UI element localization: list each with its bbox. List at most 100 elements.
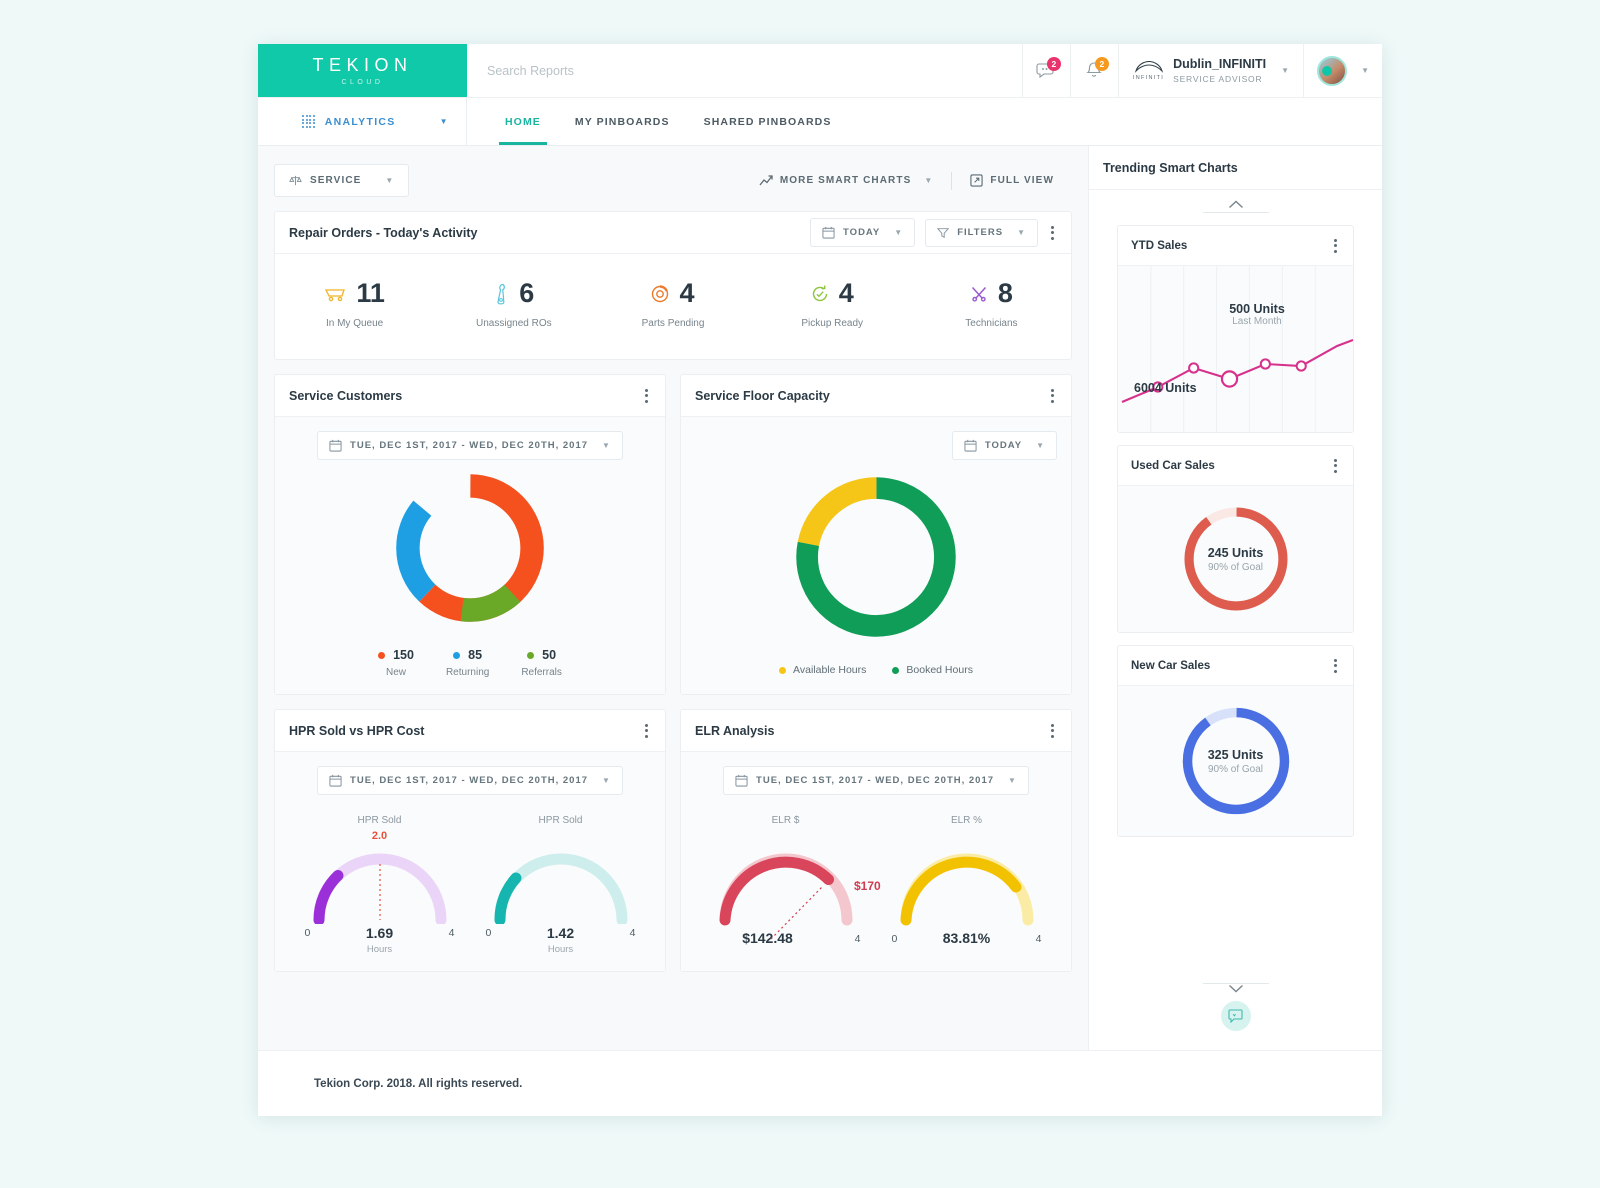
service-filter-label: SERVICE	[310, 175, 362, 186]
new-car-sales-menu-button[interactable]	[1331, 655, 1340, 677]
kpi-value: 4	[679, 278, 695, 308]
tools-icon	[971, 286, 986, 302]
filter-icon	[937, 227, 950, 238]
module-selector-analytics[interactable]: ANALYTICS ▼	[258, 98, 467, 145]
repair-orders-menu-button[interactable]	[1048, 222, 1057, 244]
elr-date-range[interactable]: TUE, DEC 1ST, 2017 - WED, DEC 20TH, 2017…	[723, 766, 1029, 795]
used-car-sales-body: 245 Units 90% of Goal	[1118, 486, 1353, 632]
chat-support-button[interactable]	[1220, 1001, 1251, 1031]
legend-dot-referrals	[527, 651, 535, 659]
tab-shared-pinboards[interactable]: SHARED PINBOARDS	[688, 98, 848, 145]
service-floor-capacity-today-selector[interactable]: TODAY ▼	[951, 431, 1057, 460]
gauge-caption: ELR $	[771, 815, 800, 826]
elr-menu-button[interactable]	[1048, 720, 1057, 742]
ytd-sales-body: 500 Units Last Month 6004 Units	[1118, 266, 1353, 432]
service-filter-button[interactable]: SERVICE ▼	[274, 164, 410, 197]
ytd-annotation-main: 500 Units	[1229, 302, 1285, 316]
ytd-sales-header: YTD Sales	[1118, 226, 1353, 266]
user-menu[interactable]: ▼	[1304, 44, 1382, 97]
hpr-date-range[interactable]: TUE, DEC 1ST, 2017 - WED, DEC 20TH, 2017…	[317, 766, 623, 795]
divider	[1202, 212, 1269, 213]
ytd-sales-menu-button[interactable]	[1331, 235, 1340, 257]
ytd-sales-line-chart	[1121, 266, 1353, 432]
legend-value: 50	[542, 648, 557, 662]
wrench-icon	[497, 283, 506, 304]
legend-item: 150 New	[378, 648, 414, 678]
gauge-caption: ELR %	[950, 815, 983, 826]
scroll-down-button[interactable]	[1202, 980, 1269, 993]
search-bar[interactable]	[467, 44, 1023, 97]
legend-dot-available-hours	[779, 666, 787, 674]
trending-smart-charts-sidebar: Trending Smart Charts YTD Sales 500 Unit…	[1088, 146, 1382, 1050]
dealer-selector[interactable]: INFINITI Dublin_INFINITI SERVICE ADVISOR…	[1119, 44, 1305, 97]
tab-my-pinboards[interactable]: MY PINBOARDS	[559, 98, 686, 145]
infiniti-wordmark: INFINITI	[1132, 74, 1165, 81]
legend-item: Available Hours	[779, 664, 866, 676]
check-refresh-icon	[812, 285, 827, 301]
kpi-value: 6	[519, 278, 535, 308]
service-customers-menu-button[interactable]	[642, 385, 651, 407]
legend-label: Referrals	[521, 667, 562, 678]
elr-body: TUE, DEC 1ST, 2017 - WED, DEC 20TH, 2017…	[681, 752, 1071, 971]
messages-badge: 2	[1046, 57, 1061, 71]
sidebar-header: Trending Smart Charts	[1089, 146, 1382, 190]
sidebar-card-ytd-sales: YTD Sales 500 Units Last Month 6004 Unit…	[1117, 225, 1354, 433]
notifications-button[interactable]: 2	[1071, 44, 1119, 97]
new-car-sales-goal: 90% of Goal	[1207, 763, 1264, 775]
kpi-value: 4	[838, 278, 854, 308]
legend-dot-booked-hours	[892, 666, 900, 674]
search-input[interactable]	[487, 63, 1002, 78]
used-car-sales-header: Used Car Sales	[1118, 446, 1353, 486]
legend-value: 150	[393, 648, 414, 662]
chevron-down-icon: ▼	[602, 776, 611, 785]
tab-home[interactable]: HOME	[489, 98, 557, 145]
page-footer: Tekion Corp. 2018. All rights reserved.	[258, 1050, 1382, 1116]
gauge-target-label: 2.0	[371, 830, 388, 842]
chevron-down-icon: ▼	[1036, 441, 1045, 450]
service-floor-capacity-menu-button[interactable]	[1048, 385, 1057, 407]
filters-label: FILTERS	[957, 227, 1004, 238]
new-car-sales-value: 325 Units	[1207, 747, 1264, 762]
gauge-arc: $170	[719, 853, 881, 940]
used-car-sales-value: 245 Units	[1207, 545, 1264, 560]
dealer-role: SERVICE ADVISOR	[1173, 74, 1263, 85]
brand-logo[interactable]: TEKION CLOUD	[258, 44, 467, 97]
more-smart-charts-button[interactable]: MORE SMART CHARTS ▼	[741, 174, 952, 187]
hpr-header: HPR Sold vs HPR Cost	[275, 710, 665, 752]
infiniti-logo: INFINITI	[1132, 60, 1165, 81]
avatar[interactable]	[1317, 55, 1348, 86]
date-range-label: TUE, DEC 1ST, 2017 - WED, DEC 20TH, 2017	[350, 775, 589, 786]
used-car-sales-menu-button[interactable]	[1331, 455, 1340, 477]
elr-card: ELR Analysis TUE, DEC 1ST, 2017 - WED, D…	[680, 709, 1072, 972]
chevron-down-icon: ▼	[924, 176, 934, 185]
new-car-sales-title: New Car Sales	[1131, 659, 1211, 672]
legend-label: Available Hours	[793, 664, 867, 676]
kpi-value: 8	[997, 278, 1013, 308]
today-label: TODAY	[843, 227, 881, 238]
service-floor-capacity-legend: Available Hours Booked Hours	[695, 664, 1057, 676]
hpr-menu-button[interactable]	[642, 720, 651, 742]
full-view-button[interactable]: FULL VIEW	[952, 174, 1072, 187]
service-customers-date-range[interactable]: TUE, DEC 1ST, 2017 - WED, DEC 20TH, 2017…	[317, 431, 623, 460]
service-floor-capacity-body: TODAY ▼ Available Hours Booked Hours	[681, 417, 1071, 694]
hpr-title: HPR Sold vs HPR Cost	[289, 723, 425, 738]
filters-button[interactable]: FILTERS ▼	[925, 218, 1038, 247]
legend-item: 85 Returning	[446, 648, 489, 678]
nav-bar: ANALYTICS ▼ HOME MY PINBOARDS SHARED PIN…	[258, 98, 1382, 146]
scroll-up-button[interactable]	[1117, 200, 1354, 213]
sidebar-card-used-car-sales: Used Car Sales 245 Units 90% of Goal	[1117, 445, 1354, 633]
legend-dot-new	[378, 651, 386, 659]
sidebar-scroll-area[interactable]: YTD Sales 500 Units Last Month 6004 Unit…	[1089, 190, 1382, 980]
full-view-label: FULL VIEW	[990, 175, 1054, 186]
gauge-caption: HPR Sold	[538, 815, 583, 826]
kpi-row: 11 In My Queue 6 Unassigned ROs 4 Parts …	[275, 254, 1071, 359]
legend-label: New	[386, 667, 407, 678]
messages-button[interactable]: 2	[1023, 44, 1071, 97]
gauge-unit: Hours	[366, 944, 393, 955]
today-selector[interactable]: TODAY ▼	[810, 218, 916, 247]
chevron-up-icon	[1228, 200, 1243, 209]
kpi-label: Technicians	[965, 318, 1018, 329]
elr-title: ELR Analysis	[695, 723, 775, 738]
kpi-unassigned-ros: 6 Unassigned ROs	[434, 278, 593, 330]
chevron-down-icon: ▼	[1008, 776, 1017, 785]
